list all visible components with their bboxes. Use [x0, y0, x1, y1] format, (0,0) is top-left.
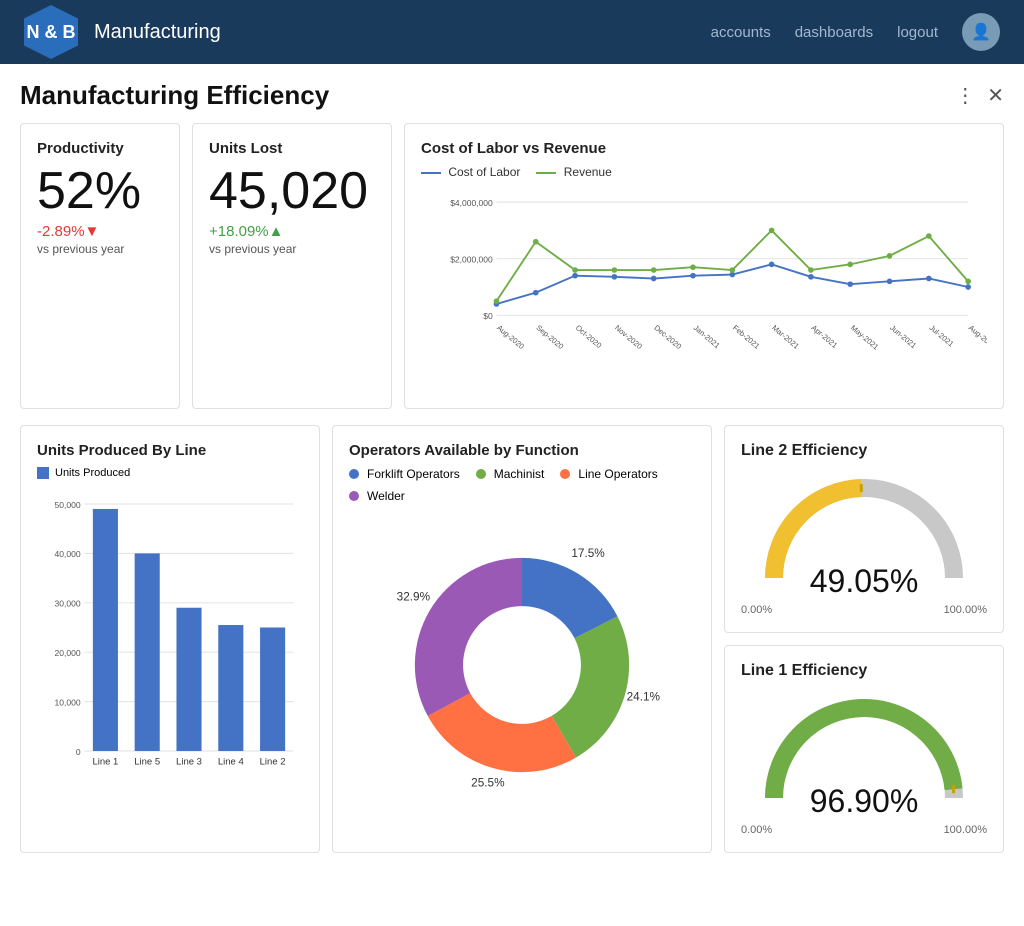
- svg-text:Line 1: Line 1: [92, 756, 118, 767]
- header-left: N & B Manufacturing: [24, 5, 221, 59]
- productivity-vs: vs previous year: [37, 242, 163, 256]
- line1-gauge-title: Line 1 Efficiency: [741, 662, 987, 680]
- nav-dashboards[interactable]: dashboards: [795, 24, 873, 41]
- productivity-value: 52%: [37, 165, 163, 217]
- svg-text:$0: $0: [483, 311, 493, 321]
- svg-text:Line 4: Line 4: [218, 756, 244, 767]
- svg-text:Sep-2020: Sep-2020: [534, 323, 565, 351]
- donut-legend: Forklift Operators Machinist Line Operat…: [349, 467, 695, 503]
- donut-legend-welder: Welder: [349, 489, 405, 503]
- line1-gauge-labels: 0.00% 100.00%: [741, 824, 987, 836]
- line2-gauge-labels: 0.00% 100.00%: [741, 604, 987, 616]
- logo-badge: N & B: [24, 5, 78, 59]
- bar-chart-title: Units Produced By Line: [37, 442, 303, 459]
- units-lost-value: 45,020: [209, 165, 375, 217]
- svg-text:Mar-2021: Mar-2021: [770, 323, 800, 351]
- page-title: Manufacturing Efficiency: [20, 80, 329, 111]
- svg-text:32.9%: 32.9%: [397, 590, 431, 603]
- svg-text:Aug-2020: Aug-2020: [495, 323, 526, 351]
- units-lost-label: Units Lost: [209, 140, 375, 157]
- bottom-row: Units Produced By Line Units Produced 50…: [20, 425, 1004, 853]
- nav-accounts[interactable]: accounts: [711, 24, 771, 41]
- page-header: Manufacturing Efficiency ⋮ ✕: [20, 80, 1004, 123]
- svg-text:Jan-2021: Jan-2021: [692, 323, 722, 350]
- svg-text:20,000: 20,000: [55, 648, 81, 658]
- page-actions: ⋮ ✕: [955, 83, 1004, 108]
- productivity-change: -2.89%▼: [37, 223, 163, 240]
- line1-gauge-card: Line 1 Efficiency 96.90% 0.00% 100.00%: [724, 645, 1004, 853]
- svg-text:$2,000,000: $2,000,000: [450, 254, 493, 264]
- svg-text:Feb-2021: Feb-2021: [731, 323, 761, 351]
- donut-chart-svg: 17.5% 24.1% 25.5% 32.9%: [349, 515, 695, 815]
- svg-text:50,000: 50,000: [55, 500, 81, 510]
- svg-text:Line 5: Line 5: [134, 756, 160, 767]
- svg-text:30,000: 30,000: [55, 599, 81, 609]
- labor-chart-card: Cost of Labor vs Revenue Cost of Labor R…: [404, 123, 1004, 409]
- svg-text:Aug-2021: Aug-2021: [967, 323, 987, 351]
- app-title: Manufacturing: [94, 21, 221, 44]
- donut-chart-card: Operators Available by Function Forklift…: [332, 425, 712, 853]
- svg-text:Dec-2020: Dec-2020: [652, 323, 683, 351]
- svg-text:Jun-2021: Jun-2021: [888, 323, 918, 350]
- nav-logout[interactable]: logout: [897, 24, 938, 41]
- line2-gauge-title: Line 2 Efficiency: [741, 442, 987, 460]
- legend-labor: Cost of Labor: [421, 165, 520, 179]
- top-row: Productivity 52% -2.89%▼ vs previous yea…: [20, 123, 1004, 409]
- svg-text:Apr-2021: Apr-2021: [810, 323, 840, 350]
- line2-gauge-card: Line 2 Efficiency 49.05% 0.00% 100.00%: [724, 425, 1004, 633]
- svg-text:Line 3: Line 3: [176, 756, 202, 767]
- bar-chart-svg: 50,000 40,000 30,000 20,000 10,000 0 Line 1 Lin…: [37, 487, 303, 787]
- donut-legend-line-operators: Line Operators: [560, 467, 657, 481]
- donut-legend-forklift: Forklift Operators: [349, 467, 460, 481]
- units-lost-card: Units Lost 45,020 +18.09%▲ vs previous y…: [192, 123, 392, 409]
- units-lost-vs: vs previous year: [209, 242, 375, 256]
- svg-text:Line 2: Line 2: [260, 756, 286, 767]
- close-button[interactable]: ✕: [987, 83, 1004, 108]
- svg-text:Oct-2020: Oct-2020: [574, 323, 604, 350]
- bar-legend: Units Produced: [37, 467, 303, 479]
- donut-chart-title: Operators Available by Function: [349, 442, 695, 459]
- page-content: Manufacturing Efficiency ⋮ ✕ Productivit…: [0, 64, 1024, 926]
- units-lost-change: +18.09%▲: [209, 223, 375, 240]
- labor-chart-svg: $4,000,000 $2,000,000 $0Aug-2020 Sep-2020 Oc…: [421, 187, 987, 387]
- svg-text:10,000: 10,000: [55, 697, 81, 707]
- legend-revenue: Revenue: [536, 165, 611, 179]
- user-avatar[interactable]: 👤: [962, 13, 1000, 51]
- header-nav: accounts dashboards logout 👤: [711, 13, 1000, 51]
- svg-text:24.1%: 24.1%: [627, 691, 661, 704]
- productivity-label: Productivity: [37, 140, 163, 157]
- gauges-column: Line 2 Efficiency 49.05% 0.00% 100.00% L…: [724, 425, 1004, 853]
- donut-legend-machinist: Machinist: [476, 467, 545, 481]
- svg-text:17.5%: 17.5%: [571, 547, 605, 560]
- labor-chart-legend: Cost of Labor Revenue: [421, 165, 987, 179]
- svg-text:May-2021: May-2021: [849, 323, 880, 351]
- svg-text:Nov-2020: Nov-2020: [613, 323, 644, 351]
- app-header: N & B Manufacturing accounts dashboards …: [0, 0, 1024, 64]
- productivity-card: Productivity 52% -2.89%▼ vs previous yea…: [20, 123, 180, 409]
- svg-text:0: 0: [76, 747, 81, 757]
- bar-chart-card: Units Produced By Line Units Produced 50…: [20, 425, 320, 853]
- svg-text:$4,000,000: $4,000,000: [450, 198, 493, 208]
- svg-text:40,000: 40,000: [55, 549, 81, 559]
- labor-chart-title: Cost of Labor vs Revenue: [421, 140, 987, 157]
- more-options-button[interactable]: ⋮: [955, 83, 975, 108]
- svg-text:Jul-2021: Jul-2021: [928, 323, 956, 348]
- svg-text:25.5%: 25.5%: [471, 777, 505, 790]
